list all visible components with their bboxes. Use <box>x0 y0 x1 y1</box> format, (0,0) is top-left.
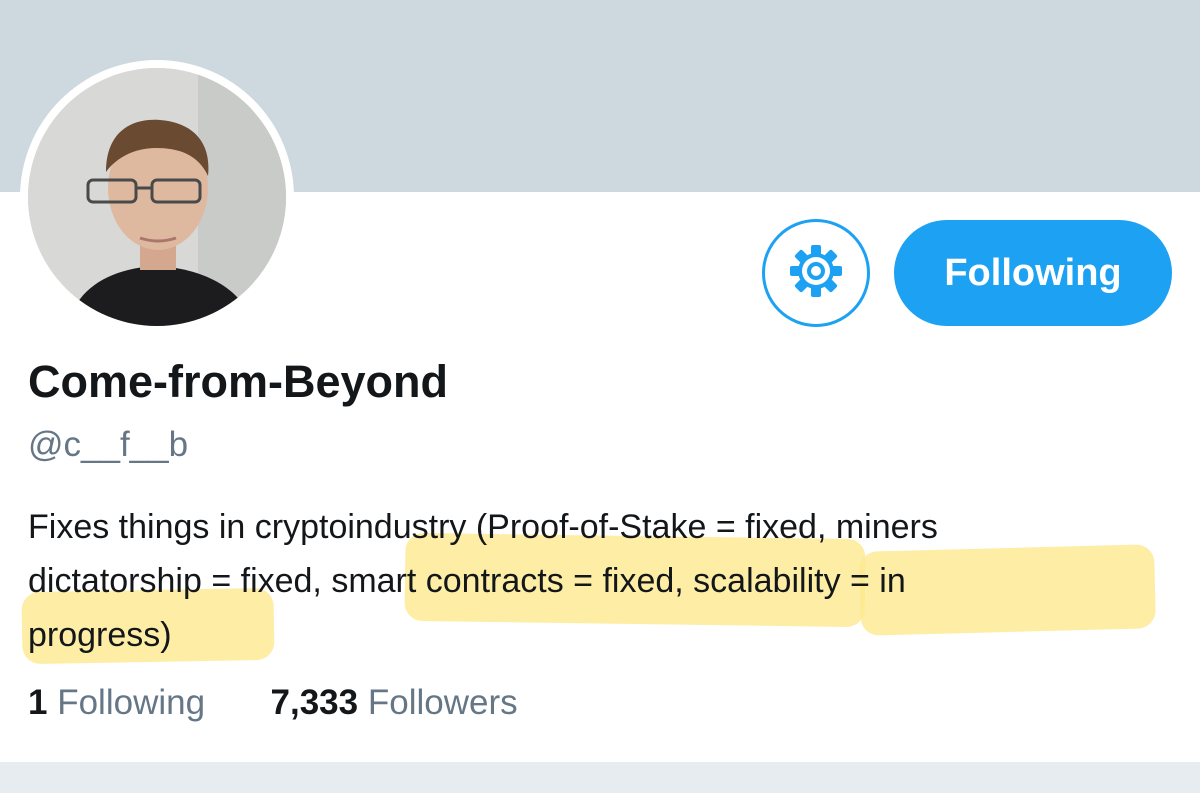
bio-line: progress) <box>28 616 172 654</box>
profile-bio: Fixes things in cryptoindustry (Proof-of… <box>28 500 1188 662</box>
followers-label: Followers <box>367 683 518 722</box>
avatar[interactable] <box>20 60 294 334</box>
section-divider <box>0 762 1200 793</box>
profile-stats: 1 Following 7,333 Followers <box>28 683 518 723</box>
bio-line: Fixes things in cryptoindustry (Proof-of… <box>28 508 938 546</box>
followers-stat[interactable]: 7,333 Followers <box>271 683 518 722</box>
profile-handle[interactable]: @c__f__b <box>28 425 188 465</box>
avatar-photo <box>28 68 286 326</box>
following-button[interactable]: Following <box>894 220 1172 326</box>
following-stat[interactable]: 1 Following <box>28 683 215 722</box>
gear-icon <box>787 242 845 305</box>
settings-button[interactable] <box>762 219 870 327</box>
following-count: 1 <box>28 683 48 722</box>
following-label: Following <box>57 683 206 722</box>
bio-line: dictatorship = fixed, smart contracts = … <box>28 562 906 600</box>
profile-name: Come-from-Beyond <box>28 356 449 407</box>
followers-count: 7,333 <box>270 683 359 722</box>
